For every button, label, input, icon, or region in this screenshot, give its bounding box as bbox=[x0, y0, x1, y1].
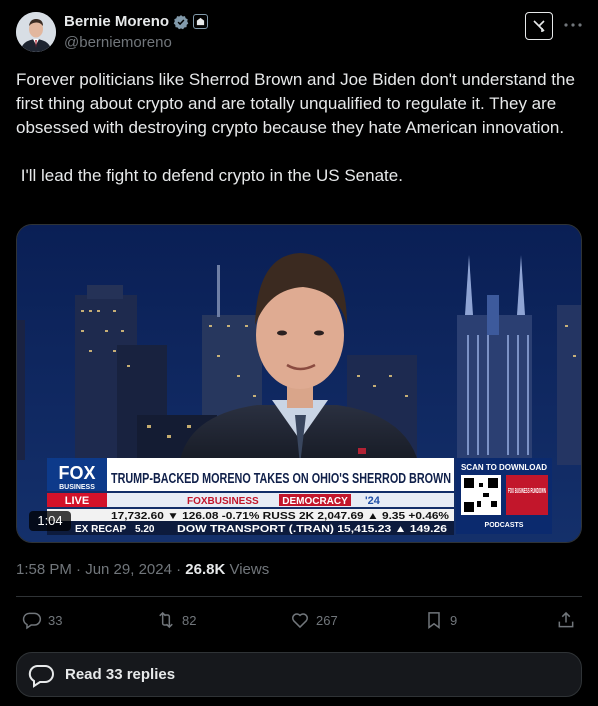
subhead-right: DEMOCRACY bbox=[282, 496, 348, 507]
video-duration: 1:04 bbox=[37, 513, 62, 528]
repost-count: 82 bbox=[182, 612, 197, 628]
author-name-row[interactable]: Bernie Moreno bbox=[64, 13, 209, 30]
subhead-left: FOXBUSINESS bbox=[187, 496, 259, 507]
tweet-paragraph: Forever politicians like Sherrod Brown a… bbox=[16, 70, 575, 137]
live-label: LIVE bbox=[65, 495, 89, 507]
read-replies-label: Read 33 replies bbox=[65, 666, 176, 683]
heart-icon bbox=[292, 613, 308, 629]
author-handle[interactable]: @berniemoreno bbox=[64, 34, 172, 51]
views-count: 26.8K bbox=[185, 561, 226, 578]
reply-button[interactable]: 33 bbox=[22, 610, 62, 630]
video-player[interactable]: FOX BUSINESS LIVE TRUMP-BACKED MORENO TA… bbox=[16, 224, 582, 543]
more-options-icon[interactable] bbox=[562, 14, 584, 36]
read-replies-button[interactable]: Read 33 replies bbox=[16, 652, 582, 697]
scan-label: SCAN TO DOWNLOAD bbox=[461, 463, 547, 472]
bookmark-button[interactable]: 9 bbox=[424, 610, 457, 630]
podcasts-footer: PODCASTS bbox=[485, 522, 524, 529]
profile-photo-icon bbox=[16, 12, 56, 52]
like-button[interactable]: 267 bbox=[290, 610, 338, 630]
tweet-text: Forever politicians like Sherrod Brown a… bbox=[16, 68, 582, 188]
bookmark-icon bbox=[428, 612, 440, 629]
views-label: Views bbox=[229, 561, 270, 578]
tweet-time[interactable]: 1:58 PM · Jun 29, 2024 bbox=[16, 561, 172, 578]
ticker-row-1: 17,732.60 ▼ 126.08 -0.71% RUSS 2K 2,047.… bbox=[111, 511, 449, 522]
ticker-row-2: DOW TRANSPORT (.TRAN) 15,415.23 ▲ 149.26 bbox=[177, 524, 448, 535]
bookmark-count: 9 bbox=[450, 612, 458, 628]
network-logo-top: FOX bbox=[58, 463, 95, 483]
podcast-label: FOX BUSINESS RUNDOWN bbox=[508, 488, 546, 495]
grok-icon[interactable] bbox=[525, 12, 553, 40]
like-count: 267 bbox=[316, 612, 338, 628]
tweet-paragraph: I'll lead the fight to defend crypto in … bbox=[16, 166, 403, 185]
grok-glyph-icon bbox=[533, 20, 545, 32]
verified-badge-icon bbox=[173, 14, 189, 29]
government-badge-icon bbox=[193, 14, 209, 29]
share-icon bbox=[558, 611, 574, 628]
speech-bubble-icon bbox=[28, 664, 54, 688]
subhead-year: '24 bbox=[365, 495, 381, 507]
repost-icon bbox=[159, 611, 173, 629]
reply-count: 33 bbox=[48, 612, 63, 628]
reply-icon bbox=[22, 612, 42, 630]
divider bbox=[16, 596, 582, 597]
tweet-meta: 1:58 PM · Jun 29, 2024 · 26.8K Views bbox=[16, 561, 270, 578]
avatar[interactable] bbox=[16, 12, 56, 52]
headline-text: TRUMP-BACKED MORENO TAKES ON OHIO'S SHER… bbox=[111, 471, 451, 487]
share-button[interactable] bbox=[556, 610, 576, 630]
author-name[interactable]: Bernie Moreno bbox=[64, 13, 169, 30]
ticker-left-value: 5.20 bbox=[135, 524, 155, 535]
ticker-left: EX RECAP bbox=[75, 524, 126, 535]
repost-button[interactable]: 82 bbox=[156, 610, 196, 630]
network-logo-bottom: BUSINESS bbox=[59, 484, 95, 491]
video-frame: FOX BUSINESS LIVE TRUMP-BACKED MORENO TA… bbox=[17, 225, 581, 542]
